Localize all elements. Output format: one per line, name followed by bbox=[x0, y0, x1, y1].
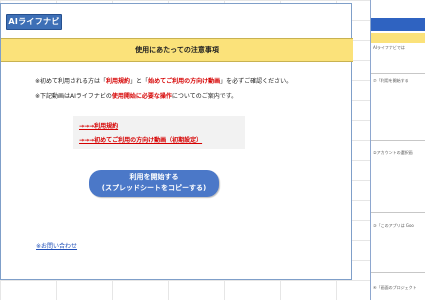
video-emphasis: 始めてご利用の方向け動画 bbox=[148, 78, 221, 85]
side-note-1: AIライフナビでは bbox=[373, 45, 405, 50]
side-divider bbox=[371, 272, 425, 273]
instruction-text: ※下記動画はAIライフナビの bbox=[35, 93, 112, 100]
instruction-text: 」を必ずご確認ください。 bbox=[220, 78, 293, 85]
operation-emphasis: 使用開始に必要な操作 bbox=[111, 93, 172, 100]
side-note-2: ⑦「利用を開始する bbox=[373, 78, 409, 83]
start-button[interactable]: 利用を開始する (スプレッドシートをコピーする) bbox=[89, 170, 219, 197]
start-button-sublabel: (スプレッドシートをコピーする) bbox=[101, 184, 207, 192]
welcome-panel: AIライフナビ 使用にあたっての注意事項 ※初めて利用される方は「利用規約」と「… bbox=[0, 3, 353, 280]
instruction-line-2: ※下記動画はAIライフナビの使用開始に必要な操作についてのご案内です。 bbox=[35, 91, 237, 100]
side-highlight-bar bbox=[371, 33, 425, 43]
intro-video-link[interactable]: →→→初めてご利用の方向け動画（初期設定） bbox=[79, 135, 202, 144]
instruction-text: 」と「 bbox=[130, 78, 149, 85]
notice-title: 使用にあたっての注意事項 bbox=[135, 46, 219, 54]
instruction-text: についてのご案内です。 bbox=[171, 93, 238, 100]
app-logo: AIライフナビ bbox=[6, 14, 62, 30]
terms-link[interactable]: →→→利用規約 bbox=[79, 121, 118, 130]
side-divider bbox=[371, 73, 425, 74]
instruction-line-1: ※初めて利用される方は「利用規約」と「始めてご利用の方向け動画」を必ずご確認くだ… bbox=[35, 76, 292, 85]
instruction-text: ※初めて利用される方は「 bbox=[35, 78, 107, 85]
side-note-3: ②アカウントの選択画 bbox=[373, 150, 413, 155]
side-note-5: ④「画面のプロジェクト bbox=[373, 285, 417, 290]
side-header-bar bbox=[371, 18, 425, 31]
links-box: →→→利用規約 →→→初めてご利用の方向け動画（初期設定） bbox=[73, 116, 245, 149]
side-divider bbox=[371, 212, 425, 213]
contact-link[interactable]: ※お問い合わせ bbox=[36, 241, 77, 250]
notice-bar: 使用にあたっての注意事項 bbox=[1, 38, 353, 62]
side-note-4: ③「このアプリは Goo bbox=[373, 223, 414, 228]
terms-emphasis: 利用規約 bbox=[106, 78, 131, 85]
side-panel: AIライフナビでは ⑦「利用を開始する ②アカウントの選択画 ③「このアプリは … bbox=[370, 0, 425, 300]
side-divider bbox=[371, 140, 425, 141]
start-button-label: 利用を開始する bbox=[129, 173, 179, 181]
